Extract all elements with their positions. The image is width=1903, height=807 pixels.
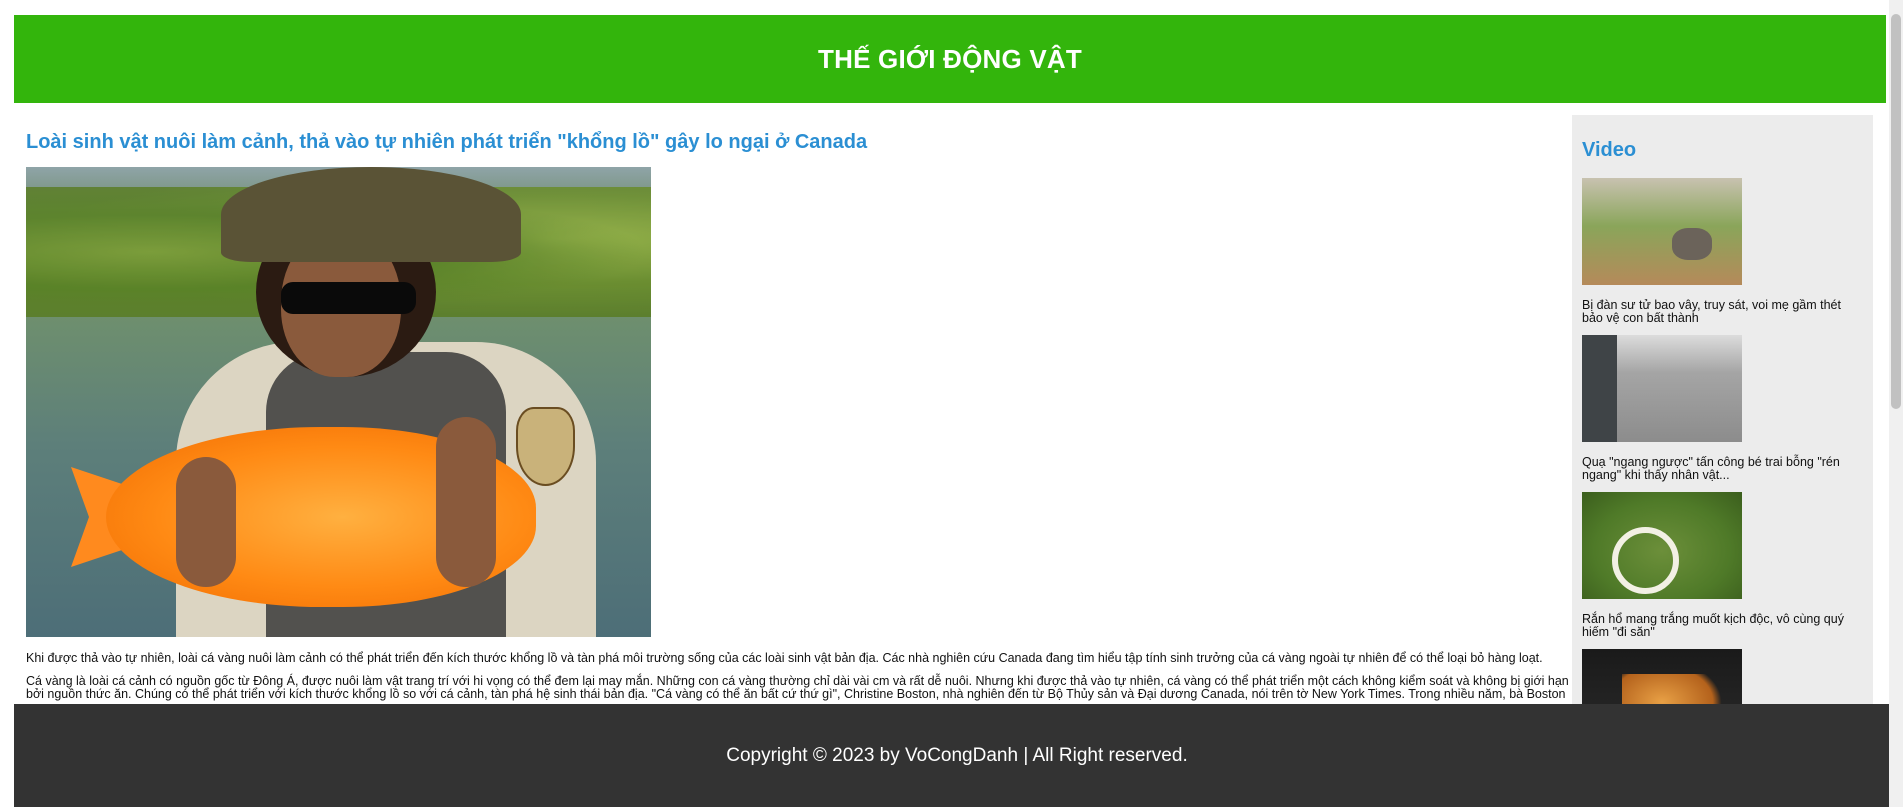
scrollbar-thumb[interactable] <box>1891 14 1901 409</box>
sidebar-title: Video <box>1582 139 1637 161</box>
video-thumbnail[interactable] <box>1582 649 1742 705</box>
site-footer: Copyright © 2023 by VoCongDanh | All Rig… <box>14 704 1900 807</box>
badge-patch <box>516 407 575 486</box>
video-thumbnail[interactable] <box>1582 492 1742 599</box>
article-paragraph: Khi được thả vào tự nhiên, loài cá vàng … <box>26 651 1543 665</box>
video-thumbnail[interactable] <box>1582 178 1742 285</box>
video-sidebar: Video Bị đàn sư tử bao vây, truy sát, vo… <box>1572 115 1873 705</box>
video-caption[interactable]: Quạ "ngang ngược" tấn công bé trai bỗng … <box>1582 456 1857 482</box>
video-list: Bị đàn sư tử bao vây, truy sát, voi mẹ g… <box>1582 178 1867 705</box>
video-item[interactable]: Quạ "ngang ngược" tấn công bé trai bỗng … <box>1582 335 1867 482</box>
article-paragraph: Cá vàng là loài cá cảnh có nguồn gốc từ … <box>26 674 1569 701</box>
site-title: THẾ GIỚI ĐỘNG VẬT <box>818 43 1082 74</box>
video-caption[interactable]: Bị đàn sư tử bao vây, truy sát, voi mẹ g… <box>1582 299 1857 325</box>
copyright-text: Copyright © 2023 by VoCongDanh | All Rig… <box>726 744 1188 766</box>
video-item[interactable]: Bị đàn sư tử bao vây, truy sát, voi mẹ g… <box>1582 178 1867 325</box>
video-item[interactable]: Rắn hổ mang trắng muốt kịch độc, vô cùng… <box>1582 492 1867 639</box>
video-caption[interactable]: Rắn hổ mang trắng muốt kịch độc, vô cùng… <box>1582 613 1857 639</box>
site-header: THẾ GIỚI ĐỘNG VẬT <box>14 15 1886 103</box>
video-item[interactable] <box>1582 649 1867 705</box>
page-top-border <box>0 0 1903 14</box>
main-content: Loài sinh vật nuôi làm cảnh, thả vào tự … <box>26 118 1572 708</box>
video-thumbnail[interactable] <box>1582 335 1742 442</box>
article-title[interactable]: Loài sinh vật nuôi làm cảnh, thả vào tự … <box>26 131 1572 154</box>
article-image <box>26 167 651 637</box>
